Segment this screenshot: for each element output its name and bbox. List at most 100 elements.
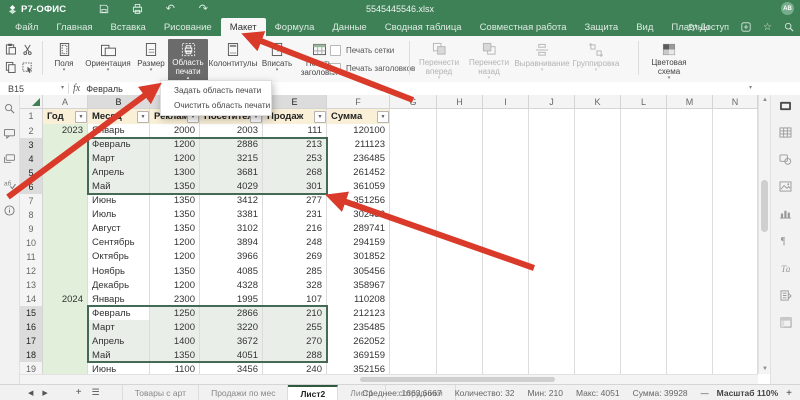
cell-G7[interactable] xyxy=(390,194,437,209)
cell-K4[interactable] xyxy=(575,152,621,167)
cell-K2[interactable] xyxy=(575,124,621,139)
chat-icon[interactable] xyxy=(4,154,15,164)
row-header-1[interactable]: 1 xyxy=(20,109,43,125)
cell-H6[interactable] xyxy=(437,180,483,195)
formula-input[interactable]: Февраль xyxy=(86,84,123,94)
cell-I9[interactable] xyxy=(483,222,529,237)
menu-tab-draw[interactable]: Рисование xyxy=(155,18,221,36)
cell-M4[interactable] xyxy=(667,152,713,167)
cell-D3[interactable]: 2886 xyxy=(200,138,263,153)
menu-tab-collaboration[interactable]: Совместная работа xyxy=(471,18,576,36)
cell-E8[interactable]: 231 xyxy=(263,208,327,223)
cell-I13[interactable] xyxy=(483,278,529,293)
cell-I19[interactable] xyxy=(483,362,529,374)
cell-G17[interactable] xyxy=(390,334,437,349)
cell-D4[interactable]: 3215 xyxy=(200,152,263,167)
menu-tab-formula[interactable]: Формула xyxy=(266,18,324,36)
cell-E18[interactable]: 288 xyxy=(263,348,327,363)
cell-F9[interactable]: 289741 xyxy=(327,222,390,237)
select-all-button[interactable] xyxy=(20,95,43,109)
cell-G5[interactable] xyxy=(390,166,437,181)
cell-M15[interactable] xyxy=(667,306,713,321)
cell-K17[interactable] xyxy=(575,334,621,349)
cell-J9[interactable] xyxy=(529,222,575,237)
cell-I2[interactable] xyxy=(483,124,529,139)
row-header-13[interactable]: 13 xyxy=(20,278,43,293)
cell-A3[interactable] xyxy=(43,138,88,153)
cell-N10[interactable] xyxy=(713,236,758,251)
cell-F17[interactable]: 262052 xyxy=(327,334,390,349)
headers-footers-button[interactable]: Колонтитулы xyxy=(208,39,258,81)
cell-C6[interactable]: 1350 xyxy=(150,180,200,195)
row-header-19[interactable]: 19 xyxy=(20,362,43,374)
cell-B3[interactable]: Февраль xyxy=(88,138,150,153)
zoom-out-button[interactable]: — xyxy=(701,389,709,398)
cell-D13[interactable]: 4328 xyxy=(200,278,263,293)
print-gridlines-checkbox-box[interactable] xyxy=(330,45,341,56)
row-header-8[interactable]: 8 xyxy=(20,208,43,223)
column-header-B[interactable]: B xyxy=(88,95,150,109)
menu-tab-pivot[interactable]: Сводная таблица xyxy=(376,18,471,36)
cell-K16[interactable] xyxy=(575,320,621,335)
cell-settings-icon[interactable] xyxy=(779,101,792,111)
cell-F12[interactable]: 305456 xyxy=(327,264,390,279)
cell-G13[interactable] xyxy=(390,278,437,293)
cell-K3[interactable] xyxy=(575,138,621,153)
cell-C16[interactable]: 1200 xyxy=(150,320,200,335)
cell-J16[interactable] xyxy=(529,320,575,335)
cell-G15[interactable] xyxy=(390,306,437,321)
cell-A5[interactable] xyxy=(43,166,88,181)
undo-icon[interactable]: ↶ xyxy=(164,3,176,15)
cell-E2[interactable]: 111 xyxy=(263,124,327,139)
cell-B5[interactable]: Апрель xyxy=(88,166,150,181)
cell-F8[interactable]: 302456 xyxy=(327,208,390,223)
cell-L16[interactable] xyxy=(621,320,667,335)
cell-D9[interactable]: 3102 xyxy=(200,222,263,237)
cell-E10[interactable]: 248 xyxy=(263,236,327,251)
save-icon[interactable] xyxy=(98,3,110,15)
row-header-15[interactable]: 15 xyxy=(20,306,43,321)
cell-A18[interactable] xyxy=(43,348,88,363)
pivot-settings-icon[interactable] xyxy=(780,317,792,328)
cell-N9[interactable] xyxy=(713,222,758,237)
cell-M5[interactable] xyxy=(667,166,713,181)
cell-B9[interactable]: Август xyxy=(88,222,150,237)
cell-E9[interactable]: 216 xyxy=(263,222,327,237)
cell-K8[interactable] xyxy=(575,208,621,223)
scroll-up-icon[interactable]: ▲ xyxy=(759,97,771,103)
cell-I6[interactable] xyxy=(483,180,529,195)
cell-M10[interactable] xyxy=(667,236,713,251)
row-header-4[interactable]: 4 xyxy=(20,152,43,167)
menu-tab-protection[interactable]: Защита xyxy=(576,18,628,36)
menu-tab-layout[interactable]: Макет xyxy=(221,18,266,36)
cell-H19[interactable] xyxy=(437,362,483,374)
filter-button-B[interactable]: ▼ xyxy=(137,111,149,123)
cell-G11[interactable] xyxy=(390,250,437,265)
cell-H5[interactable] xyxy=(437,166,483,181)
cell-A14[interactable]: 2024 xyxy=(43,292,88,307)
cell-A13[interactable] xyxy=(43,278,88,293)
cell-J17[interactable] xyxy=(529,334,575,349)
cell-K12[interactable] xyxy=(575,264,621,279)
cell-name-box[interactable]: B15 ▾ xyxy=(8,84,64,94)
cell-N14[interactable] xyxy=(713,292,758,307)
cell-L15[interactable] xyxy=(621,306,667,321)
cell-I8[interactable] xyxy=(483,208,529,223)
row-header-12[interactable]: 12 xyxy=(20,264,43,279)
cell-C5[interactable]: 1300 xyxy=(150,166,200,181)
shape-settings-icon[interactable] xyxy=(779,154,792,165)
cell-B15[interactable]: Февраль xyxy=(88,306,150,321)
about-info-icon[interactable] xyxy=(4,205,15,216)
select-icon[interactable] xyxy=(20,59,35,75)
cell-E16[interactable]: 255 xyxy=(263,320,327,335)
cell-J12[interactable] xyxy=(529,264,575,279)
cell-B10[interactable]: Сентябрь xyxy=(88,236,150,251)
cell-L18[interactable] xyxy=(621,348,667,363)
filter-button-A[interactable]: ▼ xyxy=(75,111,87,123)
cell-C18[interactable]: 1350 xyxy=(150,348,200,363)
sheet-tab-sales-by-month[interactable]: Продажи по мес xyxy=(199,385,288,400)
cell-H7[interactable] xyxy=(437,194,483,209)
cell-A7[interactable] xyxy=(43,194,88,209)
cell-A12[interactable] xyxy=(43,264,88,279)
cell-B12[interactable]: Ноябрь xyxy=(88,264,150,279)
